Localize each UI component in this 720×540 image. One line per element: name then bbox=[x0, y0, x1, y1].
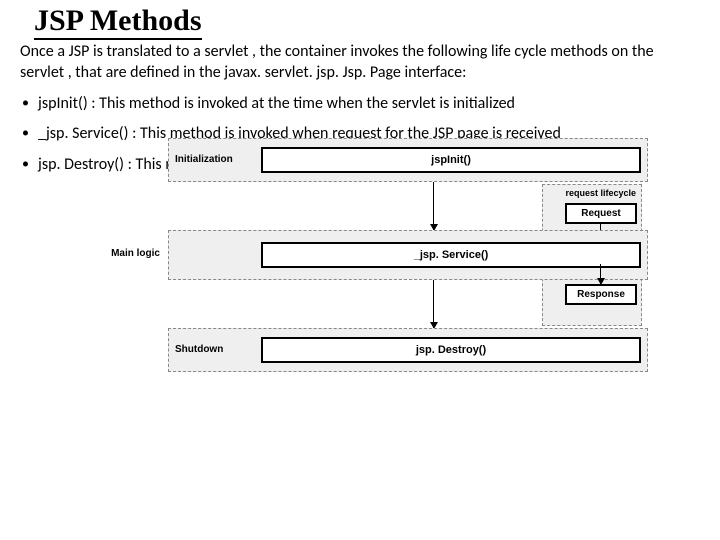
phase-label: Shutdown bbox=[175, 344, 261, 355]
lifecycle-diagram: Main logic request lifecycle Initializat… bbox=[168, 138, 648, 372]
list-item: jspInit() : This method is invoked at th… bbox=[20, 94, 700, 115]
phase-initialization: Initialization jspInit() bbox=[168, 138, 648, 182]
phase-shutdown: Shutdown jsp. Destroy() bbox=[168, 328, 648, 372]
phase-service: _jsp. Service() bbox=[168, 230, 648, 280]
method-box-destroy: jsp. Destroy() bbox=[261, 337, 641, 363]
request-box: Request bbox=[565, 203, 637, 224]
lifecycle-label: request lifecycle bbox=[565, 188, 636, 198]
intro-paragraph: Once a JSP is translated to a servlet , … bbox=[20, 42, 700, 84]
method-box-init: jspInit() bbox=[261, 147, 641, 173]
phase-label: Initialization bbox=[175, 154, 261, 165]
page-title: JSP Methods bbox=[34, 4, 202, 40]
arrow-down-icon bbox=[433, 280, 434, 328]
method-box-service: _jsp. Service() bbox=[261, 242, 641, 268]
response-box: Response bbox=[565, 284, 637, 305]
arrow-down-icon bbox=[600, 264, 601, 284]
main-logic-label: Main logic bbox=[98, 248, 160, 259]
arrow-down-icon bbox=[433, 182, 434, 230]
